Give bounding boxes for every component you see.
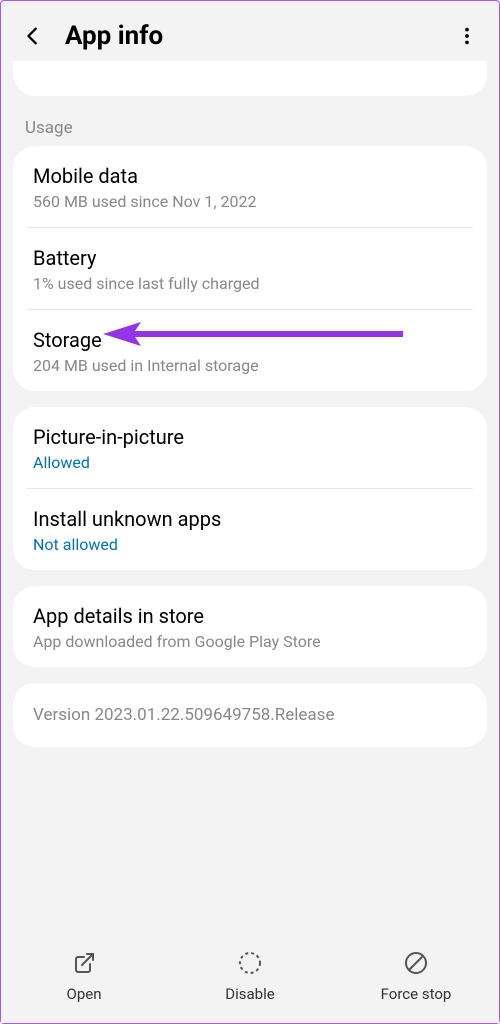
permissions-card: Picture-in-picture Allowed Install unkno… xyxy=(13,407,487,570)
battery-sub: 1% used since last fully charged xyxy=(33,274,467,293)
storage-title: Storage xyxy=(33,328,467,352)
install-unknown-item[interactable]: Install unknown apps Not allowed xyxy=(13,489,487,570)
open-icon xyxy=(70,949,98,977)
pip-sub: Allowed xyxy=(33,453,467,472)
install-unknown-title: Install unknown apps xyxy=(33,507,467,531)
storage-item[interactable]: Storage 204 MB used in Internal storage xyxy=(13,310,487,391)
storage-sub: 204 MB used in Internal storage xyxy=(33,356,467,375)
store-card: App details in store App downloaded from… xyxy=(13,586,487,667)
disable-icon xyxy=(236,949,264,977)
install-unknown-sub: Not allowed xyxy=(33,535,467,554)
more-icon[interactable] xyxy=(455,24,479,48)
pip-title: Picture-in-picture xyxy=(33,425,467,449)
force-stop-label: Force stop xyxy=(381,985,452,1003)
back-icon[interactable] xyxy=(21,24,45,48)
pip-item[interactable]: Picture-in-picture Allowed xyxy=(13,407,487,488)
battery-title: Battery xyxy=(33,246,467,270)
bottom-bar: Open Disable Force stop xyxy=(1,935,499,1023)
mobile-data-title: Mobile data xyxy=(33,164,467,188)
battery-item[interactable]: Battery 1% used since last fully charged xyxy=(13,228,487,309)
version-card: Version 2023.01.22.509649758.Release xyxy=(13,683,487,747)
disable-label: Disable xyxy=(225,985,274,1003)
usage-section-label: Usage xyxy=(13,104,487,146)
partial-card-top xyxy=(13,61,487,96)
mobile-data-item[interactable]: Mobile data 560 MB used since Nov 1, 202… xyxy=(13,146,487,227)
disable-button[interactable]: Disable xyxy=(190,949,310,1003)
open-button[interactable]: Open xyxy=(24,949,144,1003)
header: App info xyxy=(1,1,499,61)
usage-card: Mobile data 560 MB used since Nov 1, 202… xyxy=(13,146,487,391)
app-details-sub: App downloaded from Google Play Store xyxy=(33,632,467,651)
force-stop-button[interactable]: Force stop xyxy=(356,949,476,1003)
open-label: Open xyxy=(67,985,102,1003)
page-title: App info xyxy=(65,21,435,51)
app-details-item[interactable]: App details in store App downloaded from… xyxy=(13,586,487,667)
force-stop-icon xyxy=(402,949,430,977)
app-details-title: App details in store xyxy=(33,604,467,628)
version-text: Version 2023.01.22.509649758.Release xyxy=(33,705,334,725)
content: Usage Mobile data 560 MB used since Nov … xyxy=(1,61,499,935)
mobile-data-sub: 560 MB used since Nov 1, 2022 xyxy=(33,192,467,211)
